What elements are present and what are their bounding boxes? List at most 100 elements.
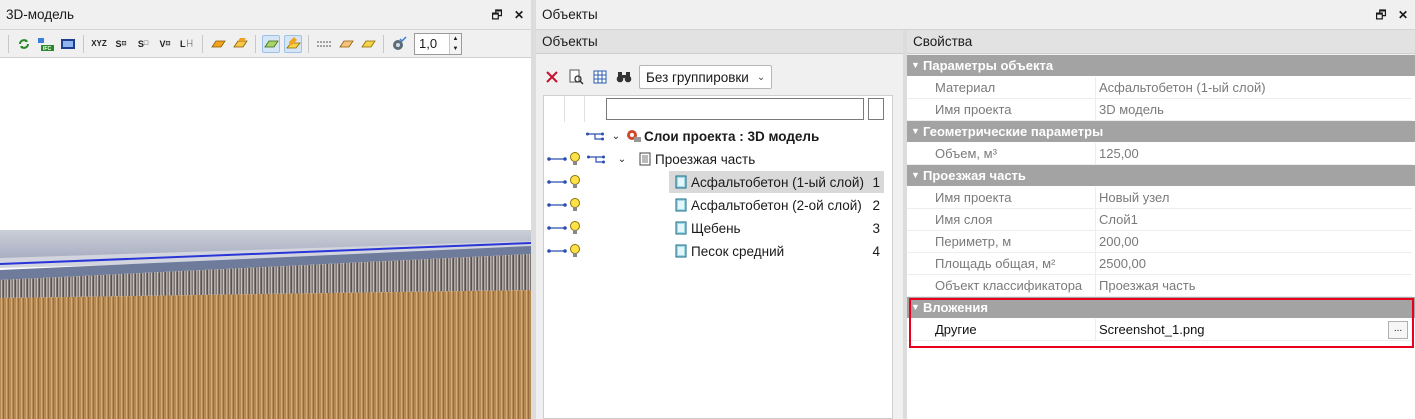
item-highlight: Асфальтобетон (1-ый слой) 1 (669, 171, 884, 193)
gear-check-icon[interactable] (390, 35, 408, 53)
tree-item-row[interactable]: Асфальтобетон (1-ый слой) 1 (547, 171, 887, 193)
property-key: Материал (935, 80, 996, 95)
scale-stepper[interactable]: 1,0 ▲ ▼ (414, 32, 462, 55)
property-value: Проезжая часть (1099, 278, 1196, 293)
grouping-value: Без группировки (646, 69, 749, 85)
property-value: Новый узел (1099, 190, 1170, 205)
property-row[interactable]: Имя проекта Новый узел (907, 187, 1412, 209)
tree-filter-button[interactable] (868, 98, 884, 120)
close-icon[interactable]: ✕ (1397, 0, 1409, 30)
property-row[interactable]: Материал Асфальтобетон (1-ый слой) (907, 77, 1412, 99)
collapse-chevron-icon[interactable]: ▼ (911, 121, 920, 142)
property-key: Имя слоя (935, 212, 993, 227)
property-key: Объект классификатора (935, 278, 1083, 293)
dotted-grid-icon[interactable] (315, 35, 333, 53)
chevron-down-icon: ⌄ (756, 71, 766, 83)
panel-splitter[interactable] (531, 0, 536, 419)
item-highlight: Песок средний 4 (669, 240, 884, 262)
bulb-icon[interactable] (569, 174, 581, 190)
objects-subheader: Объекты (536, 30, 903, 54)
property-group-header[interactable]: ▼ Проезжая часть (907, 165, 1415, 186)
tree-item-label: Щебень (691, 220, 741, 236)
column-divider (1095, 253, 1096, 275)
property-row[interactable]: Площадь общая, м² 2500,00 (907, 253, 1412, 275)
toolbar-separator (308, 34, 309, 53)
table-icon[interactable] (591, 68, 609, 86)
tree-item-row[interactable]: Щебень 3 (547, 217, 887, 239)
item-highlight: Асфальтобетон (2-ой слой) 2 (669, 194, 884, 216)
property-group-title: Проезжая часть (923, 168, 1026, 183)
orange-solid-2-icon[interactable] (231, 35, 249, 53)
s-node-icon[interactable]: S ⊡ (112, 35, 130, 53)
layer-item-icon (671, 175, 691, 189)
link-icon (547, 152, 569, 166)
yellow-pencil-icon[interactable] (284, 34, 302, 53)
scale-value[interactable]: 1,0 (415, 36, 449, 51)
close-icon[interactable]: ✕ (513, 0, 525, 30)
refresh-icon[interactable] (15, 35, 33, 53)
tree-item-row[interactable]: Песок средний 4 (547, 240, 887, 262)
toolbar-separator (83, 34, 84, 53)
delete-icon[interactable] (543, 68, 561, 86)
property-key: Имя проекта (935, 190, 1012, 205)
binoculars-icon[interactable] (615, 68, 633, 86)
tree-group-row[interactable]: ⌄ Проезжая часть (547, 148, 755, 170)
expand-chevron-icon[interactable]: ⌄ (609, 154, 635, 165)
tree-item-number: 2 (872, 197, 880, 213)
float-window-icon[interactable]: 🗗 (1375, 0, 1387, 30)
import-ifc-icon[interactable]: IFC (37, 35, 55, 53)
property-group-header[interactable]: ▼ Геометрические параметры (907, 121, 1415, 142)
property-row[interactable]: Имя слоя Слой1 (907, 209, 1412, 231)
property-value: 3D модель (1099, 102, 1164, 117)
bulb-icon[interactable] (569, 220, 581, 236)
yellow-box-icon[interactable] (359, 35, 377, 53)
tree-item-row[interactable]: Асфальтобетон (2-ой слой) 2 (547, 194, 887, 216)
tree-root-row[interactable]: ⌄ Слои проекта : 3D модель (586, 125, 819, 147)
property-row[interactable]: Объект классификатора Проезжая часть (907, 275, 1412, 297)
spin-down-icon[interactable]: ▼ (453, 46, 459, 52)
tree-filter-input[interactable] (606, 98, 864, 120)
property-group-title: Геометрические параметры (923, 124, 1104, 139)
link-icon (547, 221, 569, 235)
expand-chevron-icon[interactable]: ⌄ (608, 131, 624, 142)
svg-text:IFC: IFC (43, 46, 51, 52)
property-value: 2500,00 (1099, 256, 1146, 271)
layer-item-icon (671, 244, 691, 258)
grouping-select[interactable]: Без группировки ⌄ (639, 65, 773, 89)
link-icon (547, 198, 569, 212)
3d-toolbar: IFC XYZ S ⊡ S □ V ⊡ L ├┤ 1,0 ▲ ▼ (0, 30, 531, 58)
collapse-chevron-icon[interactable]: ▼ (911, 165, 920, 186)
item-highlight: Щебень 3 (669, 217, 884, 239)
film-icon[interactable] (59, 35, 77, 53)
layer-item-icon (671, 198, 691, 212)
property-row[interactable]: Периметр, м 200,00 (907, 231, 1412, 253)
bulb-icon[interactable] (569, 243, 581, 259)
attachments-highlight-frame (909, 298, 1414, 348)
s-square-icon[interactable]: S □ (134, 35, 152, 53)
tree-item-label: Асфальтобетон (1-ый слой) (691, 174, 864, 190)
float-window-icon[interactable]: 🗗 (491, 0, 503, 30)
property-value: Слой1 (1099, 212, 1138, 227)
property-row[interactable]: Имя проекта 3D модель (907, 99, 1412, 121)
green-box-icon[interactable] (262, 34, 280, 53)
bulb-icon[interactable] (569, 151, 581, 167)
toolbar-separator (255, 34, 256, 53)
xyz-icon[interactable]: XYZ (90, 35, 108, 53)
toolbar-separator (8, 34, 9, 53)
property-group-header[interactable]: ▼ Параметры объекта (907, 55, 1415, 76)
bulb-icon[interactable] (569, 197, 581, 213)
v-node-icon[interactable]: V ⊡ (156, 35, 174, 53)
spin-up-icon[interactable]: ▲ (453, 36, 459, 42)
property-row[interactable]: Объем, м³ 125,00 (907, 143, 1412, 165)
panel-3d-title: 3D-модель 🗗 ✕ (0, 0, 531, 30)
3d-viewport[interactable] (0, 58, 531, 419)
find-document-icon[interactable] (567, 68, 585, 86)
collapse-chevron-icon[interactable]: ▼ (911, 55, 920, 76)
toolbar-separator (383, 34, 384, 53)
tree-item-number: 4 (872, 243, 880, 259)
column-divider (1095, 275, 1096, 297)
l-measure-icon[interactable]: L ├┤ (178, 35, 196, 53)
column-divider (1095, 143, 1096, 165)
orange-box-icon[interactable] (337, 35, 355, 53)
orange-solid-icon[interactable] (209, 35, 227, 53)
